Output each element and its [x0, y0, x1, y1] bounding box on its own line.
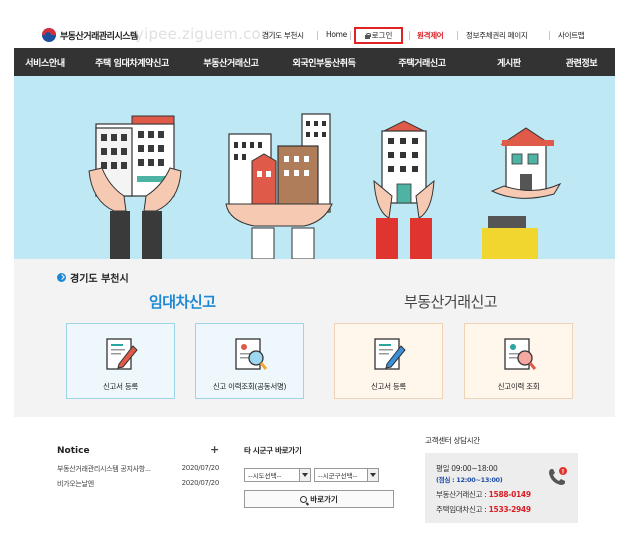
alert-badge: ! — [562, 469, 565, 476]
lock-icon — [364, 32, 371, 39]
nav-item-house-report[interactable]: 주택거래신고 — [374, 48, 470, 76]
home-link[interactable]: Home — [326, 30, 347, 39]
nav-item-foreigner-acquisition[interactable]: 외국인부동산취득 — [274, 48, 374, 76]
taegeuk-emblem-icon — [42, 28, 56, 42]
lease-report-title: 임대차신고 — [149, 293, 216, 311]
wristwatch-icon — [488, 216, 526, 228]
divider — [317, 31, 318, 40]
house-icon — [500, 127, 554, 193]
sale-register-card[interactable]: 신고서 등록 — [334, 323, 443, 399]
go-button-label: 바로가기 — [310, 494, 338, 504]
login-button[interactable]: 로그인 — [354, 27, 403, 44]
top-utility-bar: 부동산거래관리시스템 yipee.ziguem.com 경기도 부천시 Home… — [14, 24, 615, 48]
logo-text: 부동산거래관리시스템 — [60, 31, 138, 42]
divider — [350, 31, 351, 40]
card-label: 신고서 등록 — [102, 382, 139, 391]
sale-history-card[interactable]: 신고이력 조회 — [464, 323, 573, 399]
sitemap-link[interactable]: 사이트맵 — [558, 30, 585, 41]
shortcut-title: 타 시군구 바로가기 — [244, 446, 302, 455]
chevron-right-icon — [57, 273, 66, 282]
support-box: 평일 09:00~18:00 (점심 : 12:00~13:00) 부동산거래신… — [425, 453, 578, 523]
sale-phone-label: 부동산거래신고 : — [436, 490, 489, 499]
region-name: 경기도 부천시 — [70, 274, 129, 285]
list-item[interactable]: 비가오는날엔 2020/07/20 — [57, 479, 219, 489]
card-label: 신고서 등록 — [370, 382, 407, 391]
notice-item-date: 2020/07/20 — [181, 464, 220, 472]
login-label: 로그인 — [371, 31, 393, 40]
tower-building-icon — [381, 120, 427, 204]
divider — [549, 31, 550, 40]
support-title: 고객센터 상담시간 — [425, 436, 480, 445]
edit-document-icon — [374, 338, 406, 370]
notice-item-title: 부동산거래관리시스템 공지사항... — [57, 465, 151, 473]
notice-more-button[interactable]: + — [210, 443, 219, 456]
list-item[interactable]: 부동산거래관리시스템 공지사항... 2020/07/20 — [57, 464, 219, 474]
search-icon — [300, 495, 308, 503]
chevron-down-icon — [299, 469, 310, 481]
lease-phone-number: 1533-2949 — [488, 505, 531, 514]
sale-phone-line: 부동산거래신고 : 1588-0149 — [436, 489, 531, 500]
sale-report-title: 부동산거래신고 — [404, 293, 498, 311]
lease-register-card[interactable]: 신고서 등록 — [66, 323, 175, 399]
privacy-rights-link[interactable]: 정보주체권리 페이지 — [466, 30, 528, 41]
sigungu-selected-value: --시군구선택-- — [318, 472, 358, 480]
city-buildings-icon — [228, 113, 331, 213]
notice-item-title: 비가오는날엔 — [57, 480, 94, 488]
phone-icon: ! — [549, 467, 567, 485]
divider — [409, 31, 410, 40]
lease-phone-line: 주택임대차신고 : 1533-2949 — [436, 504, 531, 515]
nav-item-related-info[interactable]: 관련정보 — [548, 48, 615, 76]
sigungu-select[interactable]: --시군구선택-- — [314, 468, 379, 482]
edit-document-icon — [106, 338, 138, 370]
nav-item-service-info[interactable]: 서비스안내 — [14, 48, 76, 76]
hero-banner — [14, 76, 615, 259]
support-hours: 평일 09:00~18:00 — [436, 464, 498, 473]
site-logo[interactable]: 부동산거래관리시스템 — [42, 28, 138, 42]
notice-title: Notice — [57, 446, 90, 456]
sale-phone-number: 1588-0149 — [488, 490, 531, 499]
search-document-icon — [235, 338, 268, 370]
region-link[interactable]: 경기도 부천시 — [262, 30, 304, 41]
card-label: 신고 이력조회(공동서명) — [212, 382, 287, 391]
sido-select[interactable]: --시도선택-- — [244, 468, 311, 482]
notice-item-date: 2020/07/20 — [181, 479, 220, 487]
search-document-icon — [504, 338, 537, 370]
region-indicator: 경기도 부천시 — [57, 270, 129, 285]
nav-item-lease-report[interactable]: 주택 임대차계약신고 — [76, 48, 188, 76]
hands-holding-buildings-illustration — [88, 113, 562, 259]
sido-selected-value: --시도선택-- — [248, 472, 282, 480]
remote-control-link[interactable]: 원격제어 — [417, 30, 444, 41]
chevron-down-icon — [367, 469, 378, 481]
lease-history-card[interactable]: 신고 이력조회(공동서명) — [195, 323, 304, 399]
support-lunch: (점심 : 12:00~13:00) — [436, 476, 503, 484]
go-button[interactable]: 바로가기 — [244, 490, 394, 508]
card-label: 신고이력 조회 — [497, 382, 540, 391]
nav-item-board[interactable]: 게시판 — [470, 48, 548, 76]
report-section: 경기도 부천시 임대차신고 부동산거래신고 신고서 등록 신고 이력조회(공동서… — [14, 259, 615, 417]
watermark: yipee.ziguem.com — [135, 25, 276, 43]
nav-item-sale-report[interactable]: 부동산거래신고 — [188, 48, 274, 76]
main-nav: 서비스안내 주택 임대차계약신고 부동산거래신고 외국인부동산취득 주택거래신고… — [14, 48, 615, 76]
lease-phone-label: 주택임대차신고 : — [436, 505, 489, 514]
divider — [457, 31, 458, 40]
